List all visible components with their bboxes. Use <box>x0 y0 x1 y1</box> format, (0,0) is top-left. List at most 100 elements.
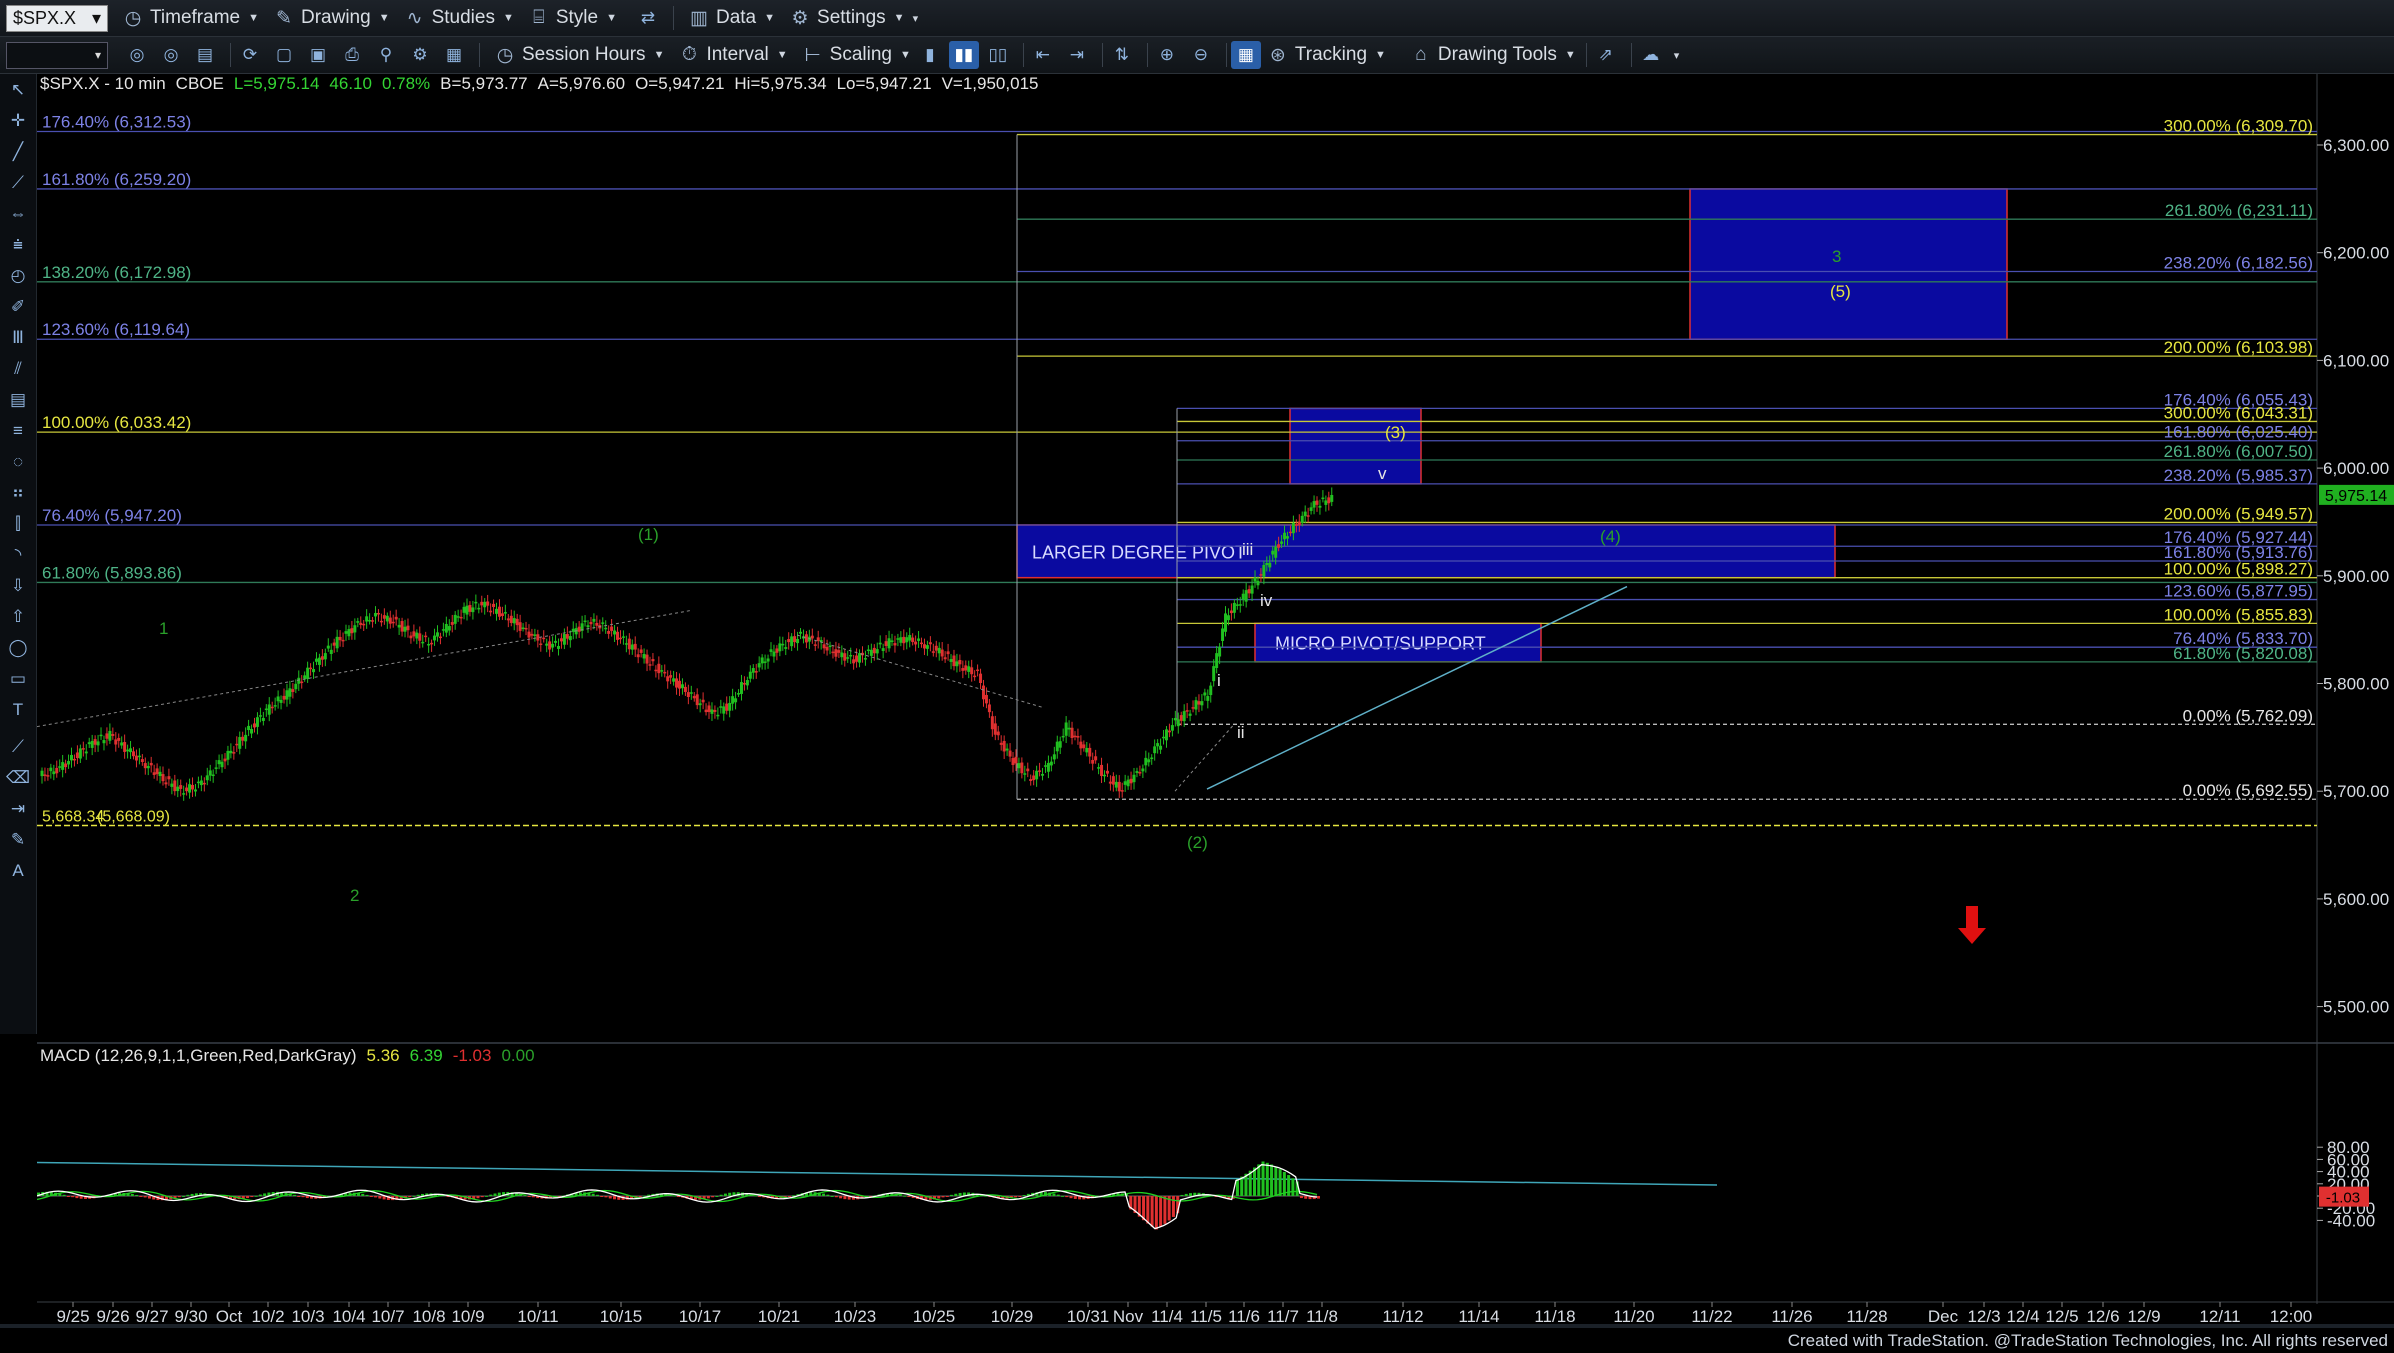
image-icon[interactable]: ▦ <box>439 41 469 69</box>
cycle-icon[interactable]: ◌ <box>0 446 36 477</box>
bars-icon[interactable]: Ⅲ <box>0 322 36 353</box>
candle-body <box>1212 666 1216 682</box>
price-chart[interactable]: LARGER DEGREE PIVOTMICRO PIVOT/SUPPORT17… <box>37 74 2394 1324</box>
annotate-icon[interactable]: A <box>0 855 36 886</box>
candle-body <box>533 634 537 636</box>
candle-body <box>1011 758 1015 766</box>
candle-body <box>849 654 853 657</box>
candle-body <box>182 793 186 795</box>
candle-body <box>1327 497 1331 504</box>
layout-icon[interactable]: ⇅ <box>1107 41 1137 69</box>
candle-body <box>332 642 336 646</box>
candle-body <box>742 683 746 685</box>
menu-studies[interactable]: ∿ Studies ▼ <box>404 7 514 29</box>
chevron-down-icon[interactable]: ▾ <box>1674 49 1680 62</box>
menu-label: Studies <box>431 7 495 28</box>
eraser-icon[interactable]: ⌫ <box>0 762 36 793</box>
chevron-down-icon[interactable]: ▾ <box>92 8 101 29</box>
window-icon[interactable]: ▤ <box>190 41 220 69</box>
arrow-up-icon[interactable]: ⇧ <box>0 601 36 632</box>
candle-body <box>902 636 906 644</box>
menu-drawing[interactable]: ✎ Drawing ▼ <box>273 7 390 29</box>
scroll-right-icon[interactable]: ⇥ <box>1062 41 1092 69</box>
menu-data[interactable]: ▥ Data ▼ <box>688 7 775 29</box>
swap-icon[interactable]: ⇄ <box>633 4 663 32</box>
link-icon[interactable]: ◎ <box>122 41 152 69</box>
cloud-icon[interactable]: ☁ <box>1636 41 1666 69</box>
date-tick-label: 10/25 <box>913 1307 956 1324</box>
save-icon[interactable]: ▣ <box>303 41 333 69</box>
macd-histogram-bar <box>1061 1195 1064 1197</box>
gann-icon[interactable]: ◴ <box>0 260 36 291</box>
menu-timeframe[interactable]: ◷ Timeframe ▼ <box>122 7 259 29</box>
session-hours-button[interactable]: ◷ Session Hours ▼ <box>494 44 665 66</box>
search-icon[interactable]: ⚲ <box>371 41 401 69</box>
fib-label-left: 176.40% (6,312.53) <box>42 113 191 132</box>
settings-small-icon[interactable]: ⚙ <box>405 41 435 69</box>
zoom-out-icon[interactable]: ⊖ <box>1186 41 1216 69</box>
menu-style[interactable]: ⌸ Style ▼ <box>528 7 617 29</box>
toolbar-label: Interval <box>706 44 769 65</box>
scroll-left-icon[interactable]: ⇤ <box>1028 41 1058 69</box>
bar-chart-icon[interactable]: ▮ <box>915 41 945 69</box>
drawing-tools-button[interactable]: ⌂ Drawing Tools ▼ <box>1410 44 1576 66</box>
ellipse-icon[interactable]: ◯ <box>0 632 36 663</box>
speed-lines-icon[interactable]: ⫽ <box>0 353 36 384</box>
ray-icon[interactable]: ⟋ <box>0 167 36 198</box>
symbol-input[interactable]: $SPX.X ▾ <box>6 4 108 32</box>
fib-label-right: 200.00% (6,103.98) <box>2164 338 2313 357</box>
trendline-icon[interactable]: ╱ <box>0 136 36 167</box>
pencil-icon[interactable]: ✎ <box>0 824 36 855</box>
text-icon[interactable]: T <box>0 694 36 725</box>
dots-icon[interactable]: ⠶ <box>0 477 36 508</box>
new-icon[interactable]: ▢ <box>269 41 299 69</box>
candle-body <box>196 781 200 784</box>
candle-body <box>232 752 236 754</box>
arrows-horizontal-icon[interactable]: ⇔ <box>0 198 36 229</box>
line-icon[interactable]: ⟋ <box>0 731 36 762</box>
candle-body <box>96 741 100 746</box>
candle-body <box>855 655 859 662</box>
channel-icon[interactable]: ⫿ <box>0 508 36 539</box>
ohlc-chart-icon[interactable]: ▯▯ <box>983 41 1013 69</box>
candle-body <box>863 658 867 660</box>
tracking-button[interactable]: ⊛ Tracking ▼ <box>1267 44 1386 66</box>
candle-body <box>987 704 991 713</box>
refresh-icon[interactable]: ⟳ <box>235 41 265 69</box>
dashed-trendline <box>1174 724 1235 792</box>
macd-histogram-bar <box>672 1195 676 1197</box>
candle-body <box>1256 580 1260 586</box>
zoom-in-icon[interactable]: ⊕ <box>1152 41 1182 69</box>
print-icon[interactable]: ⎙ <box>337 41 367 69</box>
candle-body <box>1058 741 1062 748</box>
grid-lines-icon[interactable]: ▤ <box>0 384 36 415</box>
scaling-button[interactable]: ⊢ Scaling ▼ <box>802 44 911 66</box>
candle-body <box>506 618 510 621</box>
candle-body <box>253 723 256 728</box>
pointer-icon[interactable]: ↖ <box>0 74 36 105</box>
candle-body <box>672 678 676 682</box>
fib-icon[interactable]: ⩧ <box>0 229 36 260</box>
arc-icon[interactable]: ◝ <box>0 539 36 570</box>
arrow-down-icon[interactable]: ⇩ <box>0 570 36 601</box>
grid-icon[interactable]: ▦ <box>1230 41 1261 69</box>
candle-body <box>1185 710 1189 712</box>
candle-body <box>356 621 360 623</box>
legend-ask: A=5,976.60 <box>537 74 626 93</box>
export-icon[interactable]: ⇗ <box>1591 41 1621 69</box>
interval-button[interactable]: ⏱ Interval ▼ <box>678 44 788 66</box>
candle-body <box>489 610 493 613</box>
interval-select[interactable]: ▾ <box>6 41 108 69</box>
price-tick-label: 5,600.00 <box>2323 890 2389 909</box>
measure-icon[interactable]: ⇥ <box>0 793 36 824</box>
candle-body <box>78 748 82 759</box>
crosshair-icon[interactable]: ✛ <box>0 105 36 136</box>
link2-icon[interactable]: ◎ <box>156 41 186 69</box>
menu-settings[interactable]: ⚙ Settings ▼ ▾ <box>789 7 918 29</box>
candle-chart-icon[interactable]: ▮▮ <box>948 41 979 69</box>
lines-icon[interactable]: ≡ <box>0 415 36 446</box>
horizontal-scrollbar[interactable] <box>0 1324 2394 1328</box>
rectangle-icon[interactable]: ▭ <box>0 663 36 694</box>
pen-icon[interactable]: ✐ <box>0 291 36 322</box>
candle-body <box>199 780 203 786</box>
